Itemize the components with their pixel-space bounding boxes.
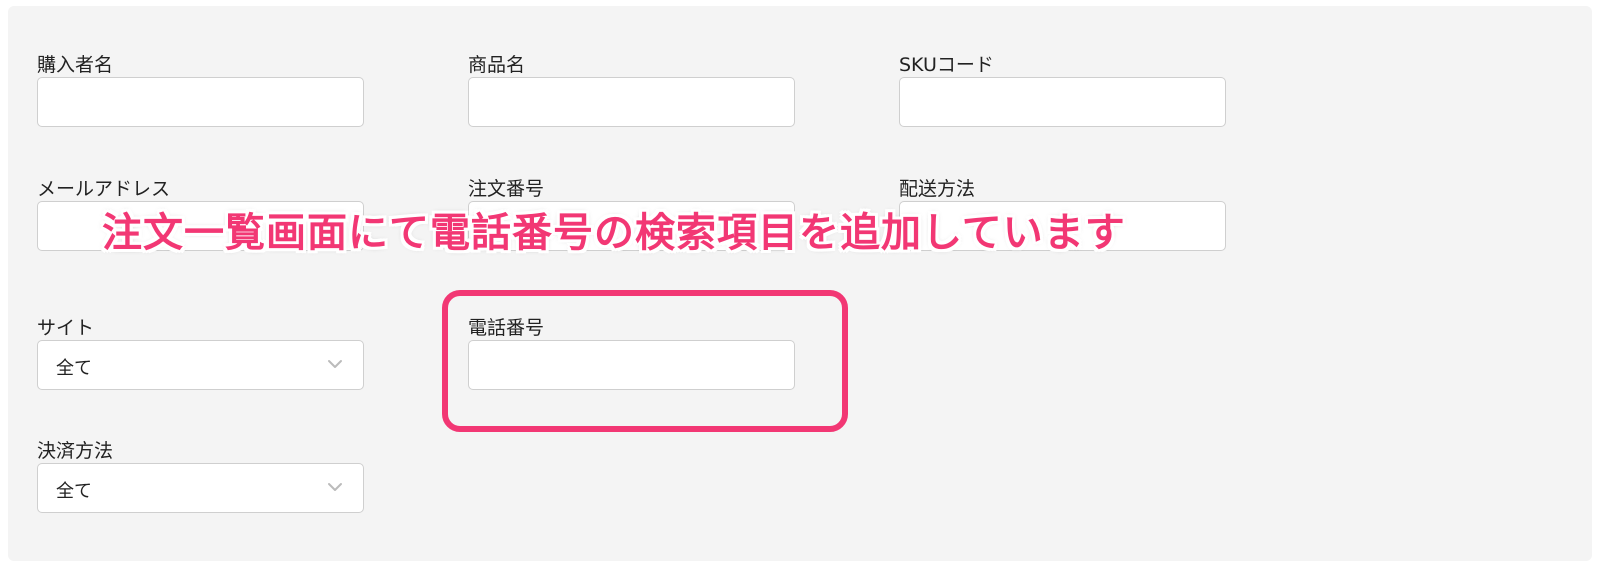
sku-code-input[interactable] [899,77,1226,127]
payment-method-select-value: 全て [56,481,92,502]
buyer-name-input[interactable] [37,77,364,127]
site-select-value: 全て [56,358,92,379]
product-name-input[interactable] [468,77,795,127]
search-filter-panel: 購入者名 商品名 SKUコード メールアドレス 注文番号 配送方法 サイト 全て… [8,6,1592,561]
annotation-caption: 注文一覧画面にて電話番号の検索項目を追加しています [102,210,1126,256]
email-label: メールアドレス [37,178,171,200]
phone-number-highlight-box [442,290,848,432]
product-name-label: 商品名 [468,54,526,76]
payment-method-label: 決済方法 [37,440,114,462]
payment-method-select[interactable]: 全て [37,463,364,513]
site-select[interactable]: 全て [37,340,364,390]
chevron-down-icon [328,360,342,368]
shipping-method-label: 配送方法 [899,178,976,200]
buyer-name-label: 購入者名 [37,54,114,76]
order-number-label: 注文番号 [468,178,545,200]
site-label: サイト [37,317,95,339]
sku-code-label: SKUコード [899,54,994,76]
chevron-down-icon [328,483,342,491]
